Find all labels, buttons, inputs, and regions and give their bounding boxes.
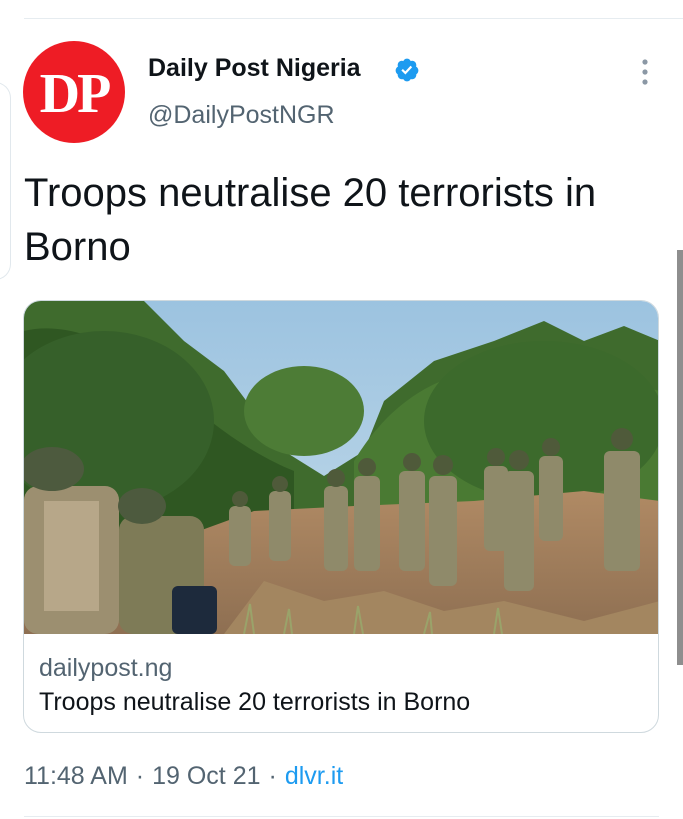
card-title[interactable]: Troops neutralise 20 terrorists in Borno (39, 688, 470, 717)
avatar[interactable]: DP (23, 41, 125, 143)
tweet-source-link[interactable]: dlvr.it (285, 762, 343, 790)
bottom-divider (24, 816, 659, 817)
more-vertical-icon[interactable] (638, 58, 652, 86)
link-card[interactable]: dailypost.ng Troops neutralise 20 terror… (23, 300, 659, 733)
avatar-logo-text: DP (39, 63, 112, 125)
tweet-meta: 11:48 AM · 19 Oct 21 · dlvr.it (24, 762, 343, 791)
tweet-date[interactable]: 19 Oct 21 (152, 762, 260, 790)
left-panel-edge (0, 82, 11, 280)
card-image-soldiers[interactable] (24, 301, 659, 634)
top-divider (24, 18, 683, 19)
meta-separator: · (135, 762, 145, 790)
user-handle[interactable]: @DailyPostNGR (148, 101, 335, 130)
display-name[interactable]: Daily Post Nigeria (148, 54, 361, 83)
card-domain[interactable]: dailypost.ng (39, 654, 172, 683)
meta-separator: · (268, 762, 277, 790)
verified-badge-icon (395, 58, 419, 82)
scrollbar[interactable] (677, 250, 683, 665)
tweet-text: Troops neutralise 20 terrorists in Borno (24, 171, 597, 269)
tweet-time[interactable]: 11:48 AM (24, 762, 128, 790)
